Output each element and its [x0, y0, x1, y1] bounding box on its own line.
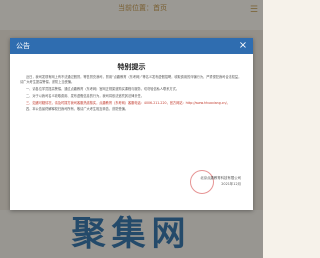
notice-paragraph: 一、请各位学员提高警惕，通过点趣教育（东考网）官网正规渠道购买课程与服务，切勿轻…: [26, 87, 179, 92]
modal-title: 公告: [16, 42, 30, 50]
signature-company: 北京点趣教育科技有限公司: [200, 176, 241, 180]
notice-modal: 公告 × 特别提示 近日，我司发现有网上有不法通过假冒，等售冒充我司，冒用“点趣…: [10, 38, 253, 210]
modal-body: 特别提示 近日，我司发现有网上有不法通过假冒，等售冒充我司，冒用“点趣教育（东考…: [10, 54, 253, 113]
close-icon[interactable]: ×: [237, 40, 249, 52]
signature: 北京点趣教育科技有限公司 2021年12月: [200, 176, 241, 187]
notice-paragraph: 三、如遇可疑情况，请及时拨打我司客服热线核实，点趣教育（东考网）客服电话：400…: [26, 100, 230, 105]
modal-header: 公告 ×: [10, 38, 253, 54]
notice-paragraph: 近日，我司发现有网上有不法通过假冒，等售冒充我司，冒用“点趣教育（东考网）”等名…: [20, 75, 242, 85]
notice-heading: 特别提示: [117, 63, 146, 71]
notice-paragraph: 二、对于以我司名义收取费用、发布虚假信息的行为，我司将依法追究其法律责任。: [26, 93, 144, 98]
notice-paragraph: 四、本公告最终解释权归我司所有，敬请广大考生相互转告，谨防受骗。: [26, 107, 128, 112]
signature-date: 2021年12月: [221, 181, 241, 186]
